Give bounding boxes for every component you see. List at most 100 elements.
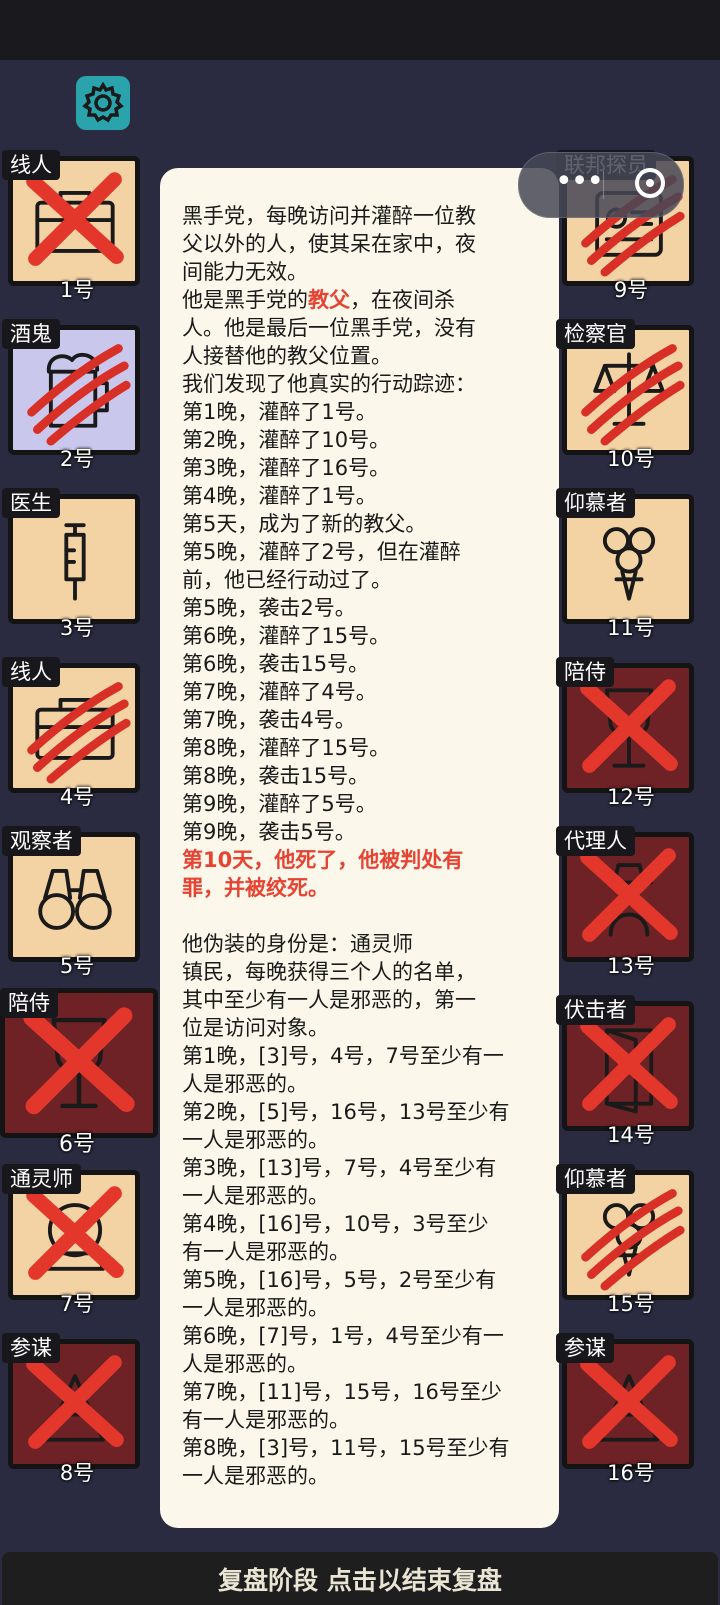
review-line: 第10天，他死了，他被判处有 xyxy=(182,848,464,872)
player-card[interactable]: 陪侍 12号 xyxy=(556,657,694,809)
review-line: 第1晚，灌醉了1号。 xyxy=(182,400,377,424)
review-line: 人是邪恶的。 xyxy=(182,1352,308,1376)
role-label: 观察者 xyxy=(2,826,81,856)
review-line: 人接替他的教父位置。 xyxy=(182,344,392,368)
status-bar xyxy=(0,0,720,60)
review-line: 镇民，每晚获得三个人的名单， xyxy=(182,960,476,984)
review-line: 人是邪恶的。 xyxy=(182,1072,308,1096)
review-text: 黑手党，每晚访问并灌醉一位教 父以外的人，使其呆在家中，夜 间能力无效。 他是黑手党的… xyxy=(182,202,541,1490)
review-line: 第5晚，[16]号，5号，2号至少有 xyxy=(182,1268,497,1292)
close-circle-icon[interactable] xyxy=(635,168,665,198)
player-card[interactable]: 酒鬼 2号 xyxy=(2,319,140,471)
review-line: 一人是邪恶的。 xyxy=(182,1464,329,1488)
player-card[interactable]: 陪侍 6号 xyxy=(0,988,160,1158)
player-card[interactable]: 观察者 5号 xyxy=(2,826,140,978)
review-line: 第3晚，[13]号，7号，4号至少有 xyxy=(182,1156,497,1180)
player-card[interactable]: 参谋 8号 xyxy=(2,1333,140,1485)
review-line: 第4晚，[16]号，10号，3号至少 xyxy=(182,1212,489,1236)
player-number: 1号 xyxy=(59,278,95,302)
dead-cross-icon xyxy=(580,1017,678,1111)
attack-claw-icon xyxy=(581,344,685,446)
role-label: 酒鬼 xyxy=(2,319,60,349)
review-line: 一人是邪恶的。 xyxy=(182,1128,329,1152)
player-card[interactable]: 线人 4号 xyxy=(2,657,140,809)
player-number: 8号 xyxy=(59,1461,95,1485)
role-label: 代理人 xyxy=(556,826,635,856)
dead-cross-icon xyxy=(580,848,678,942)
player-number: 10号 xyxy=(607,447,655,471)
attack-claw-icon xyxy=(581,1189,685,1291)
role-label: 参谋 xyxy=(556,1333,614,1363)
player-card[interactable]: 伏击者 14号 xyxy=(556,995,694,1147)
gear-icon xyxy=(82,81,124,123)
player-number: 9号 xyxy=(613,278,649,302)
review-line: 第2晚，[5]号，16号，13号至少有 xyxy=(182,1100,510,1124)
end-review-button[interactable]: 复盘阶段 点击以结束复盘 xyxy=(2,1552,718,1605)
dead-cross-icon xyxy=(26,172,124,266)
review-line: 一人是邪恶的。 xyxy=(182,1184,329,1208)
review-line: 前，他已经行动过了。 xyxy=(182,568,392,592)
player-card[interactable]: 代理人 13号 xyxy=(556,826,694,978)
review-line-text: ，在夜间杀 xyxy=(350,288,455,312)
role-label: 陪侍 xyxy=(556,657,614,687)
player-number: 16号 xyxy=(607,1461,655,1485)
no-mark xyxy=(16,840,134,954)
review-line: 他是黑手党的教父，在夜间杀 xyxy=(182,286,541,314)
capsule-divider xyxy=(603,171,604,199)
review-line: 第8晚，袭击15号。 xyxy=(182,764,370,788)
player-card[interactable]: 参谋 16号 xyxy=(556,1333,694,1485)
role-label: 伏击者 xyxy=(556,995,635,1025)
role-label: 检察官 xyxy=(556,319,635,349)
review-line: 第4晚，灌醉了1号。 xyxy=(182,484,377,508)
review-line: 其中至少有一人是邪恶的，第一 xyxy=(182,988,476,1012)
review-line: 第9晚，灌醉了5号。 xyxy=(182,792,377,816)
role-label: 线人 xyxy=(2,657,60,687)
role-label: 仰慕者 xyxy=(556,1164,635,1194)
review-line: 第7晚，[11]号，15号，16号至少 xyxy=(182,1380,502,1404)
review-line: 黑手党，每晚访问并灌醉一位教 xyxy=(182,204,476,228)
role-label: 线人 xyxy=(2,150,60,180)
review-line: 有一人是邪恶的。 xyxy=(182,1240,350,1264)
dead-cross-icon xyxy=(26,1355,124,1449)
review-line: 我们发现了他真实的行动踪迹： xyxy=(182,372,476,396)
no-mark xyxy=(570,502,688,616)
player-number: 14号 xyxy=(607,1123,655,1147)
review-line: 第7晚，袭击4号。 xyxy=(182,708,356,732)
end-review-label: 复盘阶段 点击以结束复盘 xyxy=(218,1565,502,1595)
player-card[interactable]: 仰慕者 11号 xyxy=(556,488,694,640)
attack-claw-icon xyxy=(27,682,131,784)
review-line: 第8晚，灌醉了15号。 xyxy=(182,736,391,760)
player-number: 7号 xyxy=(59,1292,95,1316)
review-line: 第7晚，灌醉了4号。 xyxy=(182,680,377,704)
role-label: 陪侍 xyxy=(0,988,58,1018)
role-label: 医生 xyxy=(2,488,60,518)
review-line: 他伪装的身份是：通灵师 xyxy=(182,932,413,956)
review-line: 父以外的人，使其呆在家中，夜 xyxy=(182,232,476,256)
settings-button[interactable] xyxy=(76,76,130,130)
player-number: 4号 xyxy=(59,785,95,809)
review-line: 第1晚，[3]号，4号，7号至少有一 xyxy=(182,1044,504,1068)
player-card[interactable]: 线人 1号 xyxy=(2,150,140,302)
player-number: 11号 xyxy=(607,616,655,640)
review-line: 罪，并被绞死。 xyxy=(182,876,329,900)
miniprogram-capsule[interactable]: ••• xyxy=(518,152,684,218)
player-card[interactable]: 检察官 10号 xyxy=(556,319,694,471)
player-number: 3号 xyxy=(59,616,95,640)
review-line: 人。他是最后一位黑手党，没有 xyxy=(182,316,476,340)
review-line: 第9晚，袭击5号。 xyxy=(182,820,356,844)
review-line: 第5天，成为了新的教父。 xyxy=(182,512,427,536)
review-line: 第5晚，灌醉了2号，但在灌醉 xyxy=(182,540,461,564)
review-line: 第6晚，袭击15号。 xyxy=(182,652,370,676)
review-line-text: 他是黑手党的 xyxy=(182,288,308,312)
review-line: 第3晚，灌醉了16号。 xyxy=(182,456,391,480)
player-card[interactable]: 医生 3号 xyxy=(2,488,140,640)
player-number: 13号 xyxy=(607,954,655,978)
review-line: 第6晚，灌醉了15号。 xyxy=(182,624,391,648)
player-card[interactable]: 通灵师 7号 xyxy=(2,1164,140,1316)
attack-claw-icon xyxy=(27,344,131,446)
review-line: 第2晚，灌醉了10号。 xyxy=(182,428,391,452)
review-line: 位是访问对象。 xyxy=(182,1016,329,1040)
player-card[interactable]: 仰慕者 15号 xyxy=(556,1164,694,1316)
review-line: 有一人是邪恶的。 xyxy=(182,1408,350,1432)
more-dots-icon[interactable]: ••• xyxy=(555,167,604,197)
